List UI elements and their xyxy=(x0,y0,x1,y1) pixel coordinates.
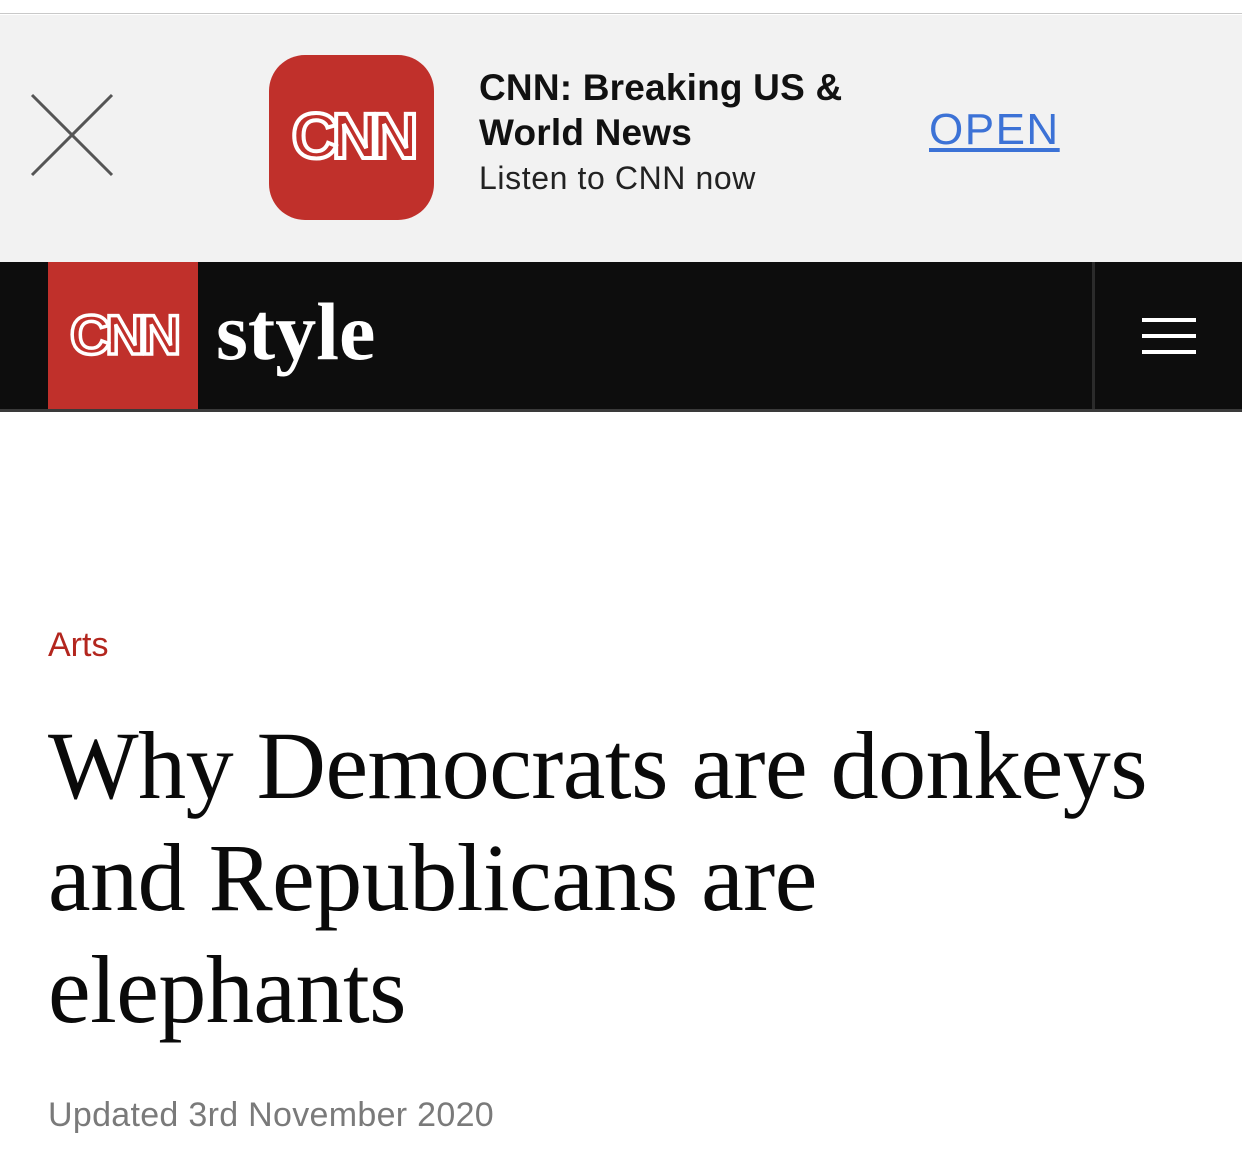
banner-text-block: CNN: Breaking US & World News Listen to … xyxy=(479,65,899,198)
top-rule xyxy=(0,0,1242,14)
section-name-style[interactable]: style xyxy=(216,282,375,382)
cnn-logo-icon: CNN xyxy=(68,301,184,368)
cnn-logo-icon: CNN xyxy=(289,98,421,174)
open-app-link[interactable]: OPEN xyxy=(929,105,1060,155)
cnn-home-logo[interactable]: CNN xyxy=(48,262,198,409)
cnn-logo-text: CNN xyxy=(291,100,413,172)
banner-subtitle: Listen to CNN now xyxy=(479,160,756,196)
nav-logo-text: CNN xyxy=(70,303,178,366)
banner-app-name: CNN: Breaking US & World News xyxy=(479,67,843,153)
close-banner-button[interactable] xyxy=(28,91,116,179)
article-headline: Why Democrats are donkeys and Republican… xyxy=(48,712,1148,1043)
article-category-link[interactable]: Arts xyxy=(48,626,108,665)
article-updated-date: Updated 3rd November 2020 xyxy=(48,1096,494,1134)
cnn-app-icon[interactable]: CNN xyxy=(269,55,434,220)
close-x-icon xyxy=(30,93,114,177)
site-navbar: CNN style xyxy=(0,262,1242,412)
hamburger-menu-icon xyxy=(1141,306,1196,366)
menu-button[interactable] xyxy=(1095,262,1242,409)
app-install-banner: CNN CNN: Breaking US & World News Listen… xyxy=(0,15,1242,262)
